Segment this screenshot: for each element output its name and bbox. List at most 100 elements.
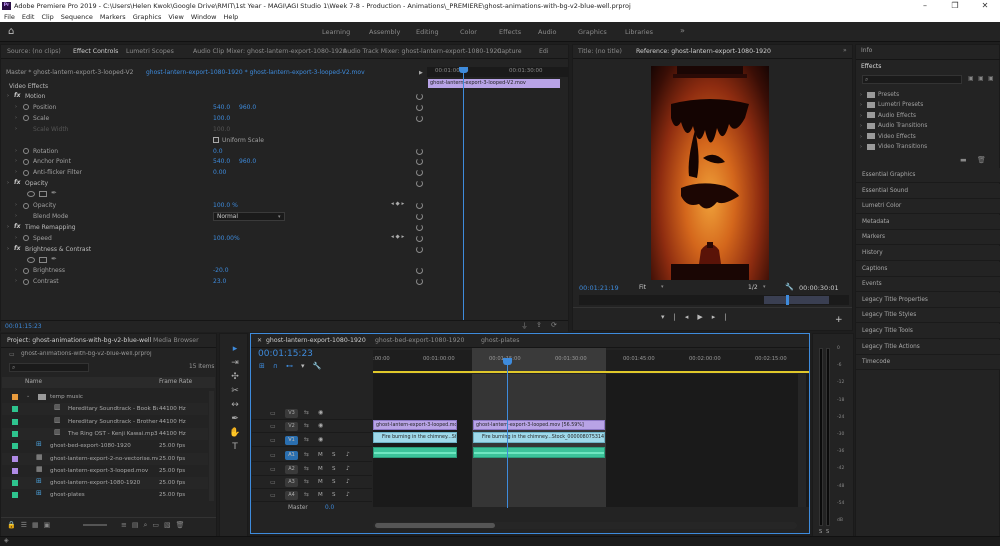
ripple-edit-icon[interactable]: ✣ (229, 370, 241, 384)
workspace-color[interactable]: Color (460, 22, 477, 42)
param-value[interactable]: 100.0 (213, 113, 230, 124)
tab-audio-clip-mixer[interactable]: Audio Clip Mixer: ghost-lantern-export-1… (193, 46, 347, 58)
menu-view[interactable]: View (168, 12, 183, 22)
param-value-2[interactable]: 960.0 (239, 156, 256, 167)
add-button-icon[interactable]: + (835, 315, 843, 325)
reset-icon[interactable] (416, 212, 423, 220)
fx-badge-icon[interactable]: fx (14, 92, 20, 99)
project-item[interactable]: ⊞ ghost-lantern-export-1080-1920 25.00 fps (2, 477, 208, 490)
param-value[interactable]: 0.00 (213, 167, 226, 178)
sequence-clip-label[interactable]: ghost-lantern-export-1080-1920 * ghost-l… (146, 67, 416, 78)
workspace-editing[interactable]: Editing (416, 22, 439, 42)
stopwatch-icon[interactable] (23, 235, 29, 242)
workspace-libraries[interactable]: Libraries (625, 22, 653, 42)
tab-effects[interactable]: Effects (861, 63, 881, 70)
effects-folder-video-transitions[interactable]: › Video Transitions (860, 142, 927, 152)
tab-sequence-bed[interactable]: ghost-bed-export-1080-1920 (375, 335, 464, 347)
expand-icon[interactable]: › (15, 169, 17, 175)
solo-right-button[interactable]: S (826, 529, 829, 535)
workspace-audio[interactable]: Audio (538, 22, 556, 42)
clip-v2-b[interactable]: ghost-lantern-export-3-looped.mov [56.59… (473, 420, 605, 430)
mute-button[interactable]: M (318, 479, 323, 485)
expand-icon[interactable]: › (15, 267, 17, 273)
expand-icon[interactable]: › (15, 148, 17, 154)
reset-icon[interactable] (416, 169, 423, 177)
fx-badge-icon[interactable]: fx (14, 245, 20, 252)
type-icon[interactable]: T (229, 440, 241, 454)
clip-v1-b[interactable]: Fire burning in the chimney...Stock_0000… (473, 432, 605, 443)
resolution-select[interactable]: 1/2 (748, 284, 758, 291)
sort-icon[interactable]: ≡ (121, 521, 132, 529)
slip-icon[interactable]: ↔ (229, 398, 241, 412)
param-value[interactable]: 540.0 (213, 102, 230, 113)
more-tabs-icon[interactable]: » (843, 47, 847, 54)
column-name[interactable]: Name (25, 379, 42, 385)
keyframe-nav-icon[interactable]: ◂ ◆ ▸ (391, 234, 404, 240)
close-tab-icon[interactable]: ✕ (257, 337, 262, 344)
tab-media-browser[interactable]: Media Browser (153, 335, 199, 347)
expand-icon[interactable]: › (7, 246, 9, 252)
pen-mask-icon[interactable]: ✒ (51, 189, 57, 197)
mute-button[interactable]: M (318, 492, 323, 498)
mute-button[interactable]: M (318, 466, 323, 472)
panel-history[interactable]: History (856, 246, 1000, 261)
param-value[interactable]: 100.00% (213, 233, 240, 244)
label-color-swatch[interactable] (12, 443, 18, 450)
track-label[interactable]: A3 (285, 478, 298, 487)
tab-sequence-lantern[interactable]: ghost-lantern-export-1080-1920 (266, 335, 366, 348)
project-item[interactable]: ▥ The Ring OST - Kenji Kawai.mp3 44100 Hz (2, 427, 208, 440)
stopwatch-icon[interactable] (23, 158, 29, 165)
effect-clip-bar[interactable]: ghost-lantern-export-3-looped-V2.mov (428, 79, 560, 88)
lock-icon[interactable]: ▭ (270, 452, 276, 459)
effect-timeline-ruler[interactable]: 00:01:00:00 00:01:30:00 (427, 67, 569, 77)
timeline-playhead[interactable] (507, 358, 508, 508)
expand-icon[interactable]: › (15, 158, 17, 164)
export-frame-icon[interactable]: ⇪ (536, 321, 542, 329)
nest-icon[interactable]: ⊞ (259, 362, 273, 370)
expand-icon[interactable]: › (15, 235, 17, 241)
menu-help[interactable]: Help (223, 12, 238, 22)
reset-icon[interactable] (416, 278, 423, 286)
expand-icon[interactable]: › (7, 180, 9, 186)
panel-legacy-title-actions[interactable]: Legacy Title Actions (856, 339, 1000, 355)
panel-essential-sound[interactable]: Essential Sound (856, 183, 1000, 199)
reset-icon[interactable] (416, 114, 423, 122)
mark-out-icon[interactable]: | (724, 313, 735, 321)
tab-lumetri-scopes[interactable]: Lumetri Scopes (126, 46, 174, 58)
sync-lock-icon[interactable]: ⇆ (304, 422, 309, 429)
program-timecode[interactable]: 00:01:21:19 (579, 284, 619, 292)
pen-icon[interactable]: ✒ (229, 412, 241, 426)
track-label[interactable]: A1 (285, 451, 298, 460)
reset-icon[interactable] (416, 202, 423, 209)
freeform-view-icon[interactable]: ▣ (44, 521, 56, 529)
horizontal-scrollbar[interactable] (373, 522, 797, 529)
playhead-line[interactable] (463, 67, 464, 332)
home-icon[interactable]: ⌂ (8, 26, 14, 37)
delete-icon[interactable]: 🗑 (176, 521, 190, 529)
timeline-playhead-handle[interactable] (503, 358, 512, 365)
chevron-down-icon[interactable]: ▾ (763, 284, 766, 290)
track-label[interactable]: V1 (285, 436, 298, 445)
sync-lock-icon[interactable]: ⇆ (304, 491, 309, 498)
eye-icon[interactable]: ◉ (318, 436, 323, 443)
workspace-assembly[interactable]: Assembly (369, 22, 400, 42)
panel-lumetri-color[interactable]: Lumetri Color (856, 199, 1000, 215)
panel-legacy-title-styles[interactable]: Legacy Title Styles (856, 308, 1000, 324)
eye-icon[interactable]: ◉ (318, 409, 323, 416)
reset-icon[interactable] (416, 180, 423, 188)
solo-button[interactable]: S (332, 452, 336, 458)
solo-left-button[interactable]: S (819, 529, 822, 535)
stopwatch-icon[interactable] (23, 104, 29, 111)
expand-icon[interactable]: › (7, 224, 9, 230)
stopwatch-icon[interactable] (23, 169, 29, 176)
eye-icon[interactable]: ◉ (318, 422, 323, 429)
workspace-learning[interactable]: Learning (322, 22, 350, 42)
uniform-scale-checkbox[interactable] (213, 136, 219, 143)
rectangle-mask-icon[interactable] (39, 256, 47, 263)
panel-essential-graphics[interactable]: Essential Graphics (856, 168, 1000, 183)
tab-project[interactable]: Project: ghost-animations-with-bg-v2-blu… (7, 335, 152, 348)
hand-icon[interactable]: ✋ (229, 426, 241, 440)
clip-a1-a[interactable] (373, 447, 457, 458)
menu-edit[interactable]: Edit (22, 12, 35, 22)
track-label[interactable]: V2 (285, 422, 298, 431)
